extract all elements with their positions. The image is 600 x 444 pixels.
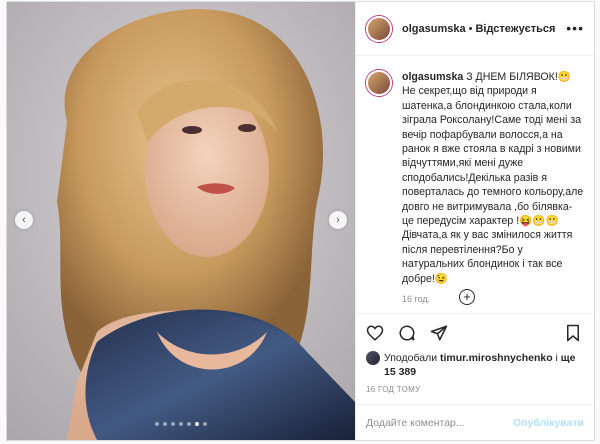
post-media[interactable]: ‹ › bbox=[7, 2, 355, 440]
slide-dot bbox=[155, 422, 159, 426]
likes-text: Уподобали timur.miroshnychenko і ще 15 3… bbox=[384, 351, 584, 379]
caption-time: 16 год. bbox=[402, 294, 431, 305]
slide-dot bbox=[187, 422, 191, 426]
slide-dot bbox=[203, 422, 207, 426]
header-username[interactable]: olgasumska bbox=[402, 23, 466, 35]
prev-slide-button[interactable]: ‹ bbox=[15, 211, 33, 229]
likes-summary: Уподобали timur.miroshnychenko і ще 15 3… bbox=[356, 351, 594, 379]
send-icon[interactable] bbox=[430, 324, 448, 342]
comment-input[interactable]: Додайте коментар... bbox=[366, 417, 513, 429]
caption-body: З ДНЕМ БІЛЯВОК!😬Не секрет,що від природи… bbox=[402, 71, 584, 285]
slide-dot bbox=[171, 422, 175, 426]
header-separator: • bbox=[468, 22, 473, 35]
next-slide-button[interactable]: › bbox=[329, 211, 347, 229]
heart-icon[interactable] bbox=[366, 324, 384, 342]
post-modal: ‹ › olgasumska • Відстежується ••• olgas… bbox=[6, 1, 595, 441]
caption: olgasumska З ДНЕМ БІЛЯВОК!😬Не секрет,що … bbox=[366, 70, 584, 286]
chevron-right-icon: › bbox=[336, 214, 340, 226]
avatar[interactable] bbox=[366, 70, 392, 96]
likes-mid: і bbox=[555, 352, 558, 364]
liker-username[interactable]: timur.miroshnychenko bbox=[440, 352, 553, 364]
comment-icon[interactable] bbox=[398, 324, 416, 342]
post-date: 16 ГОД ТОМУ bbox=[366, 385, 421, 394]
post-photo bbox=[7, 2, 355, 440]
liker-avatar[interactable] bbox=[366, 351, 380, 365]
bookmark-icon[interactable] bbox=[564, 324, 582, 342]
post-sidebar: olgasumska • Відстежується ••• olgasumsk… bbox=[355, 2, 594, 440]
chevron-left-icon: ‹ bbox=[22, 214, 26, 226]
slide-indicator bbox=[7, 422, 355, 426]
caption-username[interactable]: olgasumska bbox=[402, 71, 463, 83]
likes-prefix: Уподобали bbox=[384, 352, 438, 364]
follow-status-button[interactable]: Відстежується bbox=[475, 23, 555, 35]
slide-dot bbox=[179, 422, 183, 426]
action-bar bbox=[356, 313, 594, 351]
comments-area: olgasumska З ДНЕМ БІЛЯВОК!😬Не секрет,що … bbox=[356, 56, 594, 313]
comment-form: Додайте коментар... Опублікувати bbox=[356, 404, 594, 440]
caption-text: olgasumska З ДНЕМ БІЛЯВОК!😬Не секрет,що … bbox=[402, 70, 584, 286]
slide-dot-active bbox=[195, 422, 199, 426]
more-horizontal-icon[interactable]: ••• bbox=[566, 20, 584, 36]
post-comment-button[interactable]: Опублікувати bbox=[513, 417, 584, 429]
avatar[interactable] bbox=[366, 15, 392, 42]
post-header: olgasumska • Відстежується ••• bbox=[356, 2, 594, 56]
slide-dot bbox=[163, 422, 167, 426]
plus-circle-icon[interactable]: + bbox=[459, 289, 475, 305]
